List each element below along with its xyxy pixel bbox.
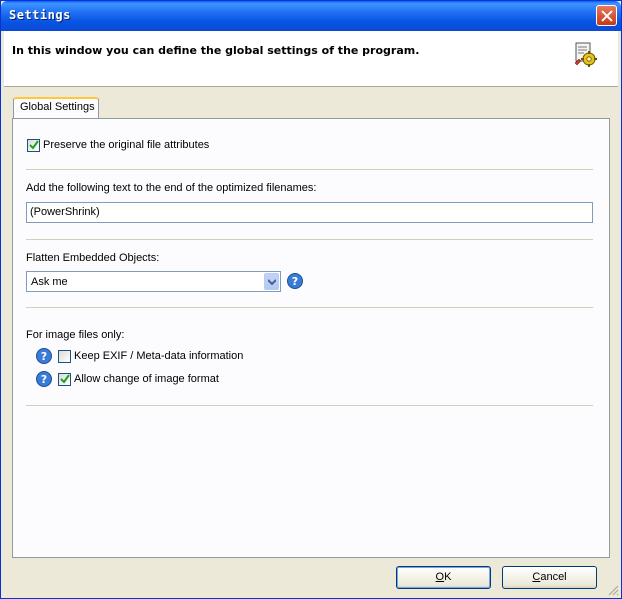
preserve-attributes-checkbox[interactable] <box>27 139 40 152</box>
title-bar[interactable]: Settings <box>1 1 621 31</box>
ok-button[interactable]: OK <box>396 566 491 589</box>
separator <box>26 307 593 308</box>
image-files-label: For image files only: <box>26 329 125 341</box>
help-icon[interactable]: ? <box>287 273 303 289</box>
tab-global-settings[interactable]: Global Settings <box>13 97 99 119</box>
separator <box>26 169 593 170</box>
resize-grip-icon[interactable] <box>607 584 619 596</box>
separator <box>26 239 593 240</box>
close-icon <box>597 6 616 25</box>
global-settings-panel: Preserve the original file attributes Ad… <box>12 118 610 558</box>
settings-window: Settings In this window you can define t… <box>0 0 622 599</box>
filename-suffix-label: Add the following text to the end of the… <box>26 182 317 194</box>
window-title: Settings <box>9 8 71 22</box>
settings-gear-icon <box>574 42 597 67</box>
ok-button-label: K <box>444 571 452 583</box>
svg-text:?: ? <box>41 350 47 363</box>
chevron-down-icon <box>268 279 276 285</box>
header-description: In this window you can define the global… <box>12 44 420 57</box>
allow-format-change-label[interactable]: Allow change of image format <box>74 373 219 385</box>
dropdown-button[interactable] <box>264 273 279 290</box>
keep-exif-label[interactable]: Keep EXIF / Meta-data information <box>74 350 243 362</box>
flatten-objects-value: Ask me <box>31 276 68 288</box>
help-icon[interactable]: ? <box>36 348 52 364</box>
ok-button-accel: O <box>435 571 445 583</box>
header-banner: In this window you can define the global… <box>4 31 618 87</box>
cancel-button-label: ancel <box>540 571 567 583</box>
close-button[interactable] <box>596 5 617 26</box>
flatten-objects-label: Flatten Embedded Objects: <box>26 252 160 264</box>
check-icon <box>60 374 70 384</box>
svg-text:?: ? <box>41 373 47 386</box>
preserve-attributes-label[interactable]: Preserve the original file attributes <box>43 139 209 151</box>
filename-suffix-input[interactable]: (PowerShrink) <box>26 202 593 223</box>
svg-text:?: ? <box>292 275 298 288</box>
cancel-button[interactable]: Cancel <box>502 566 597 589</box>
help-icon[interactable]: ? <box>36 371 52 387</box>
allow-format-change-checkbox[interactable] <box>58 373 71 386</box>
keep-exif-checkbox[interactable] <box>58 350 71 363</box>
check-icon <box>29 140 39 150</box>
separator <box>26 405 593 406</box>
flatten-objects-dropdown[interactable]: Ask me <box>26 271 281 292</box>
